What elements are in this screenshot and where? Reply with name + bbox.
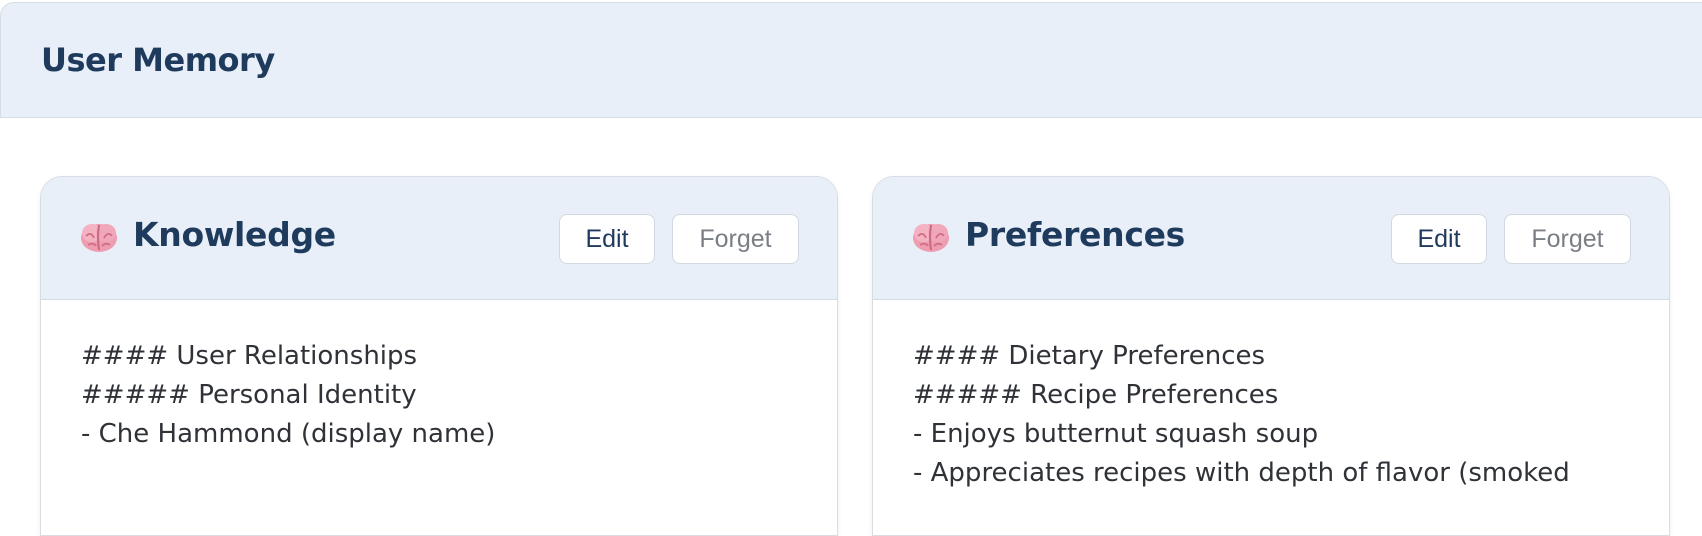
- memory-line: - Che Hammond (display name): [81, 419, 496, 449]
- memory-line: ##### Personal Identity: [81, 380, 417, 410]
- card-header: Knowledge Edit Forget: [41, 177, 837, 300]
- memory-line: - Enjoys butternut squash soup: [913, 419, 1319, 449]
- edit-button[interactable]: Edit: [559, 214, 655, 264]
- memory-line: #### User Relationships: [81, 341, 418, 371]
- memory-card-knowledge: Knowledge Edit Forget #### User Relation…: [40, 176, 838, 536]
- card-body: #### Dietary Preferences ##### Recipe Pr…: [913, 337, 1649, 493]
- memory-line: - Appreciates recipes with depth of flav…: [913, 458, 1570, 488]
- brain-icon: [911, 219, 951, 255]
- memory-line: #### Dietary Preferences: [913, 341, 1266, 371]
- card-title: Knowledge: [133, 215, 336, 254]
- card-title: Preferences: [965, 215, 1186, 254]
- memory-card-preferences: Preferences Edit Forget #### Dietary Pre…: [872, 176, 1670, 536]
- forget-button[interactable]: Forget: [672, 214, 799, 264]
- memory-line: ##### Recipe Preferences: [913, 380, 1279, 410]
- forget-button[interactable]: Forget: [1504, 214, 1631, 264]
- brain-icon: [79, 219, 119, 255]
- panel-title: User Memory: [41, 41, 275, 79]
- card-body: #### User Relationships ##### Personal I…: [81, 337, 817, 454]
- memory-panel-header: User Memory: [0, 2, 1702, 118]
- edit-button[interactable]: Edit: [1391, 214, 1487, 264]
- card-header: Preferences Edit Forget: [873, 177, 1669, 300]
